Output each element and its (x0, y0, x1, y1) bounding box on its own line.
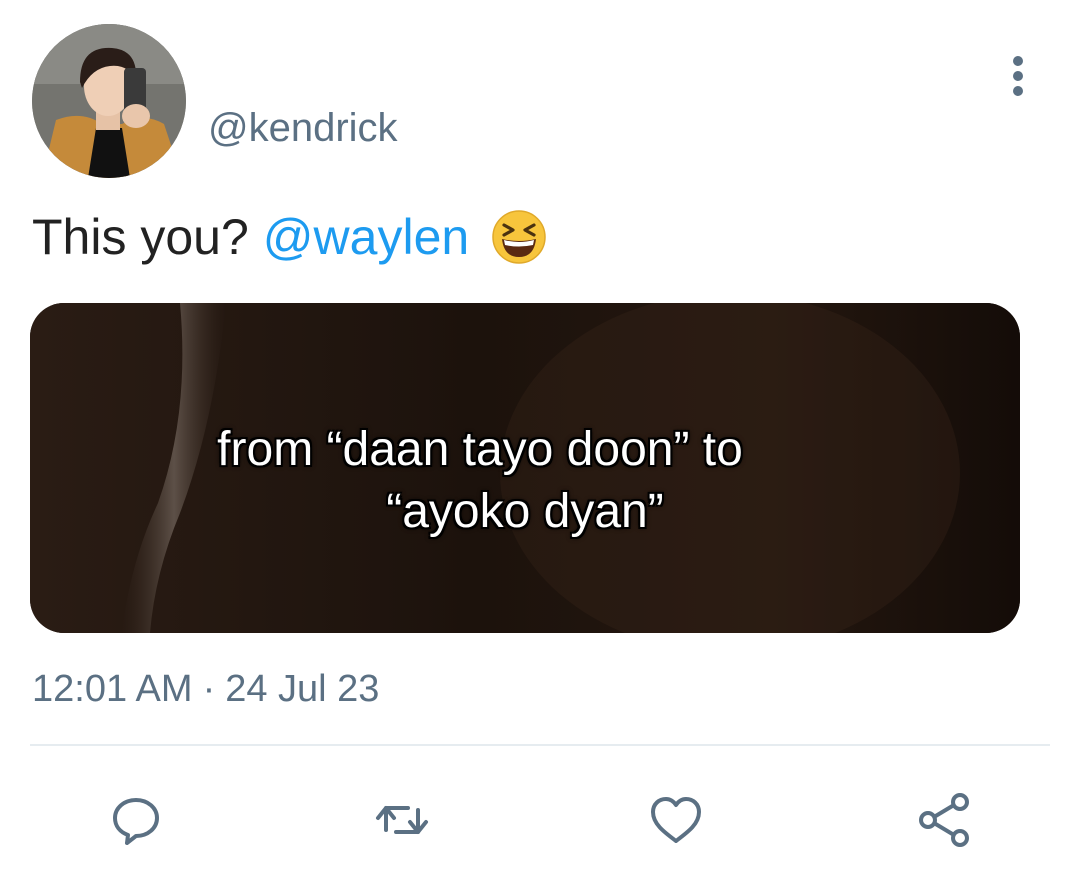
caption-line-2: “ayoko dyan” (386, 485, 664, 538)
tweet-timestamp[interactable]: 12:01 AM · 24 Jul 23 (32, 666, 379, 712)
username-handle[interactable]: @kendrick (208, 104, 398, 152)
avatar-image (32, 24, 186, 178)
tweet-media[interactable]: from “daan tayo doon” to “ayoko dyan” (30, 303, 1020, 633)
like-button[interactable] (644, 788, 708, 852)
reply-bubble-icon (113, 798, 159, 845)
tweet-body: This you? (32, 209, 249, 265)
avatar[interactable] (32, 24, 186, 178)
more-options-button[interactable] (1000, 50, 1036, 102)
share-icon (919, 793, 969, 847)
retweet-icon (376, 806, 428, 834)
more-options-dot (1013, 86, 1023, 96)
more-options-dot (1013, 71, 1023, 81)
tweet-date: 24 Jul 23 (225, 668, 380, 710)
mention-link[interactable]: @waylen (263, 206, 469, 268)
tweet-text: This you? @waylen (32, 206, 547, 268)
reply-button[interactable] (104, 788, 168, 852)
share-button[interactable] (912, 788, 976, 852)
more-options-icon (1013, 56, 1023, 66)
grinning-squinting-face-icon (491, 209, 547, 265)
retweet-button[interactable] (370, 788, 434, 852)
timestamp-separator: · (202, 668, 216, 710)
tweet-time: 12:01 AM (32, 668, 193, 710)
caption-line-1: from “daan tayo doon” to (217, 423, 743, 476)
media-caption: from “daan tayo doon” to “ayoko dyan” (30, 419, 1020, 543)
divider (30, 744, 1050, 746)
heart-icon (651, 797, 701, 843)
